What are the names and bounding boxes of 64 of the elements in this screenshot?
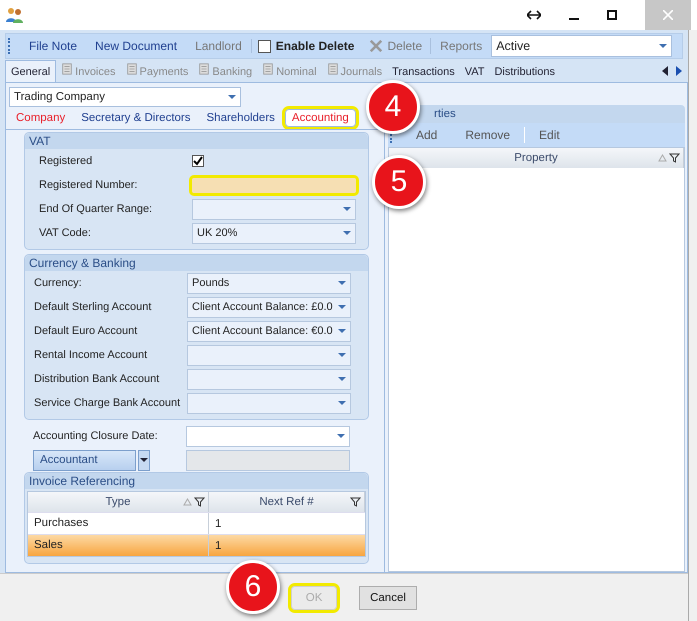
group-title: Invoice Referencing: [25, 473, 368, 489]
enable-delete-checkbox[interactable]: Enable Delete: [250, 39, 360, 53]
document-icon: [262, 62, 274, 76]
dropdown-field[interactable]: [187, 392, 351, 414]
resize-icon[interactable]: [527, 10, 541, 20]
dropdown-field[interactable]: Client Account Balance: £0.0: [187, 296, 351, 318]
tab[interactable]: Transactions: [387, 62, 460, 82]
document-icon: [326, 62, 339, 76]
filter-icon[interactable]: [194, 497, 205, 507]
field-label: Rental Income Account: [34, 349, 148, 361]
group-title: VAT: [25, 133, 368, 149]
filter-icon[interactable]: [669, 153, 680, 163]
company-type-dropdown[interactable]: Trading Company: [9, 87, 241, 107]
status-dropdown[interactable]: Active: [491, 35, 672, 57]
input-field[interactable]: [189, 174, 359, 196]
section-tab[interactable]: Company: [10, 110, 72, 126]
dialog-button[interactable]: Cancel: [359, 586, 417, 610]
field-label: Registered: [39, 155, 94, 167]
toolbar-button[interactable]: Remove: [451, 128, 524, 142]
toolbar-button[interactable]: Edit: [525, 128, 574, 142]
document-icon: [61, 62, 74, 76]
dropdown-field[interactable]: [187, 344, 351, 366]
x-icon: [369, 38, 384, 54]
dropdown-field[interactable]: Pounds: [187, 272, 351, 294]
field-label: Distribution Bank Account: [34, 373, 160, 385]
toolbar-button[interactable]: New Document: [86, 39, 186, 53]
field-label: Default Euro Account: [34, 325, 138, 337]
field-label: VAT Code:: [39, 227, 92, 239]
section-tab[interactable]: Shareholders: [200, 110, 281, 126]
registered-checkbox[interactable]: [192, 155, 204, 167]
field-label: Currency:: [34, 277, 83, 289]
toolbar-button[interactable]: File Note: [20, 39, 86, 53]
maximize-icon[interactable]: [607, 10, 617, 20]
tab[interactable]: Distributions: [489, 62, 560, 82]
section-tab[interactable]: Secretary & Directors: [75, 110, 196, 126]
column-header[interactable]: Property: [389, 148, 684, 168]
tab[interactable]: VAT: [460, 62, 490, 82]
dropdown-field[interactable]: [192, 198, 356, 220]
dropdown-field[interactable]: [187, 368, 351, 390]
field-label: End Of Quarter Range:: [39, 203, 154, 215]
column-header[interactable]: Type: [28, 492, 209, 512]
field-label: Accounting Closure Date:: [33, 430, 159, 442]
scroll-right-icon[interactable]: [675, 66, 683, 76]
table-cell-text: 1: [214, 518, 222, 530]
people-icon: [6, 7, 24, 23]
section-tab[interactable]: Accounting: [284, 109, 356, 127]
column-header[interactable]: Next Ref #: [209, 492, 365, 512]
document-icon: [198, 62, 210, 76]
table-cell-text: 1: [214, 540, 222, 552]
table-row[interactable]: Sales 1: [28, 534, 365, 556]
accountant-button[interactable]: Accountant: [33, 450, 136, 470]
dropdown-button[interactable]: [138, 450, 150, 470]
group-title: Currency & Banking: [25, 255, 368, 271]
field-label: Default Sterling Account: [34, 301, 152, 313]
field-label: Service Charge Bank Account: [34, 397, 182, 409]
dropdown-field[interactable]: Client Account Balance: €0.0: [187, 320, 351, 342]
date-field[interactable]: [186, 426, 350, 446]
filter-icon[interactable]: [350, 497, 361, 507]
table-cell: Sales: [28, 535, 209, 556]
scroll-left-icon[interactable]: [661, 66, 669, 76]
document-icon: [126, 62, 138, 76]
field-label: Registered Number:: [39, 179, 138, 191]
tab[interactable]: General: [5, 60, 56, 82]
dropdown-field[interactable]: UK 20%: [192, 222, 356, 244]
